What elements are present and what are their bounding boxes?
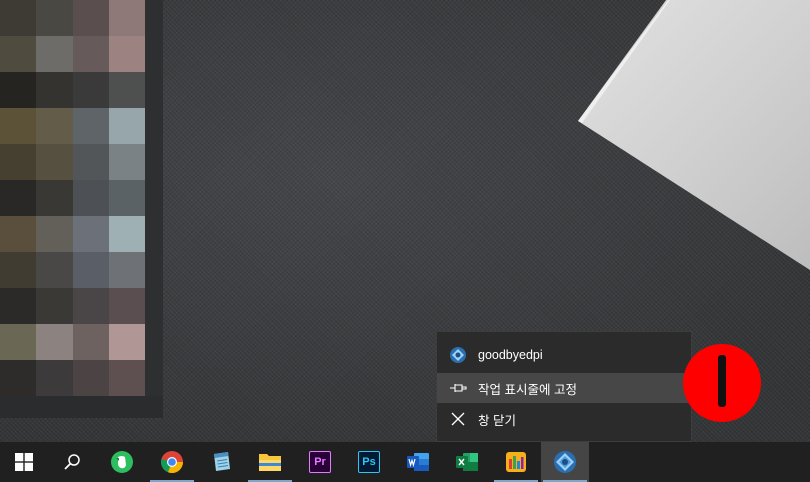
file-explorer-icon: [259, 454, 281, 471]
chrome-icon: [161, 451, 184, 474]
mosaic-tile: [0, 216, 37, 252]
mosaic-tile: [72, 360, 109, 396]
jump-list-app-title[interactable]: goodbyedpi: [437, 340, 691, 370]
mosaic-tile: [36, 324, 73, 360]
mosaic-tile: [36, 252, 73, 288]
evernote-icon: [111, 451, 133, 473]
mosaic-tile: [36, 72, 73, 108]
pixelated-window-edge: [145, 0, 163, 418]
mosaic-tile: [0, 288, 37, 324]
taskbar-app-goodbyedpi[interactable]: [541, 442, 589, 482]
mosaic-tile: [108, 360, 145, 396]
mosaic-tile: [108, 144, 145, 180]
wallpaper-paper: [578, 0, 810, 270]
taskbar-app-premiere-pro[interactable]: Pr: [296, 442, 344, 482]
close-window-label: 창 닫기: [478, 413, 516, 428]
windows-logo-icon: [15, 453, 33, 471]
mosaic-tile: [72, 108, 109, 144]
taskbar-app-chrome[interactable]: [148, 442, 196, 482]
mosaic-tile: [0, 360, 37, 396]
jump-list-app-title-label: goodbyedpi: [478, 348, 543, 362]
mosaic-tile: [72, 72, 109, 108]
mosaic-tile: [36, 108, 73, 144]
taskbar-app-excel[interactable]: [443, 442, 491, 482]
annotation-marker-bar: [718, 355, 726, 407]
mosaic-tile: [72, 36, 109, 72]
mosaic-tile: [36, 144, 73, 180]
mosaic-tile: [0, 108, 37, 144]
photoshop-icon: Ps: [358, 451, 380, 473]
mosaic-tile: [108, 36, 145, 72]
jump-list-menu: goodbyedpi 작업 표시줄에 고정 창 닫기: [436, 331, 692, 442]
mosaic-tile: [0, 0, 37, 36]
mosaic-tile: [108, 180, 145, 216]
close-icon: [448, 409, 468, 429]
close-window-item[interactable]: 창 닫기: [437, 404, 691, 434]
mosaic-tile: [108, 108, 145, 144]
taskbar-app-notepad[interactable]: [197, 442, 245, 482]
mosaic-tile: [72, 216, 109, 252]
mosaic-tile: [0, 252, 37, 288]
pin-icon: [448, 378, 468, 398]
mosaic-tile: [108, 288, 145, 324]
mosaic-tile: [36, 0, 73, 36]
taskbar-app-word[interactable]: [394, 442, 442, 482]
start-button[interactable]: [0, 442, 48, 482]
taskbar-app-file-explorer[interactable]: [246, 442, 294, 482]
mosaic-tile: [36, 36, 73, 72]
taskbar-app-generic[interactable]: [492, 442, 540, 482]
mosaic-tile: [36, 216, 73, 252]
taskbar: Pr Ps: [0, 442, 810, 482]
goodbyedpi-icon: [554, 451, 576, 473]
premiere-pro-icon: Pr: [309, 451, 331, 473]
mosaic-tile: [108, 72, 145, 108]
mosaic-tile: [72, 288, 109, 324]
mosaic-tile: [36, 288, 73, 324]
mosaic-tile: [36, 180, 73, 216]
taskbar-app-evernote[interactable]: [98, 442, 146, 482]
pin-to-taskbar-label: 작업 표시줄에 고정: [478, 382, 577, 397]
notepad-icon: [214, 452, 230, 471]
search-icon: [64, 454, 80, 470]
word-icon: [407, 453, 429, 471]
search-button[interactable]: [48, 442, 96, 482]
mosaic-tile: [108, 216, 145, 252]
mosaic-tile: [72, 180, 109, 216]
excel-icon: [456, 453, 478, 471]
mosaic-tile: [72, 0, 109, 36]
mosaic-tile: [0, 36, 37, 72]
mosaic-tile: [108, 324, 145, 360]
mosaic-tile: [108, 252, 145, 288]
mosaic-tile: [0, 72, 37, 108]
mosaic-tile: [0, 324, 37, 360]
pin-to-taskbar-item[interactable]: 작업 표시줄에 고정: [437, 373, 691, 403]
goodbyedpi-icon: [448, 345, 468, 365]
mosaic-tile: [72, 252, 109, 288]
pixelated-window: [0, 0, 145, 396]
mosaic-tile: [36, 360, 73, 396]
mosaic-tile: [72, 324, 109, 360]
mosaic-tile: [108, 0, 145, 36]
mosaic-tile: [72, 144, 109, 180]
taskbar-app-photoshop[interactable]: Ps: [345, 442, 393, 482]
pixelated-window-bottom: [0, 396, 163, 418]
app-icon: [506, 452, 526, 472]
mosaic-tile: [0, 144, 37, 180]
mosaic-tile: [0, 180, 37, 216]
